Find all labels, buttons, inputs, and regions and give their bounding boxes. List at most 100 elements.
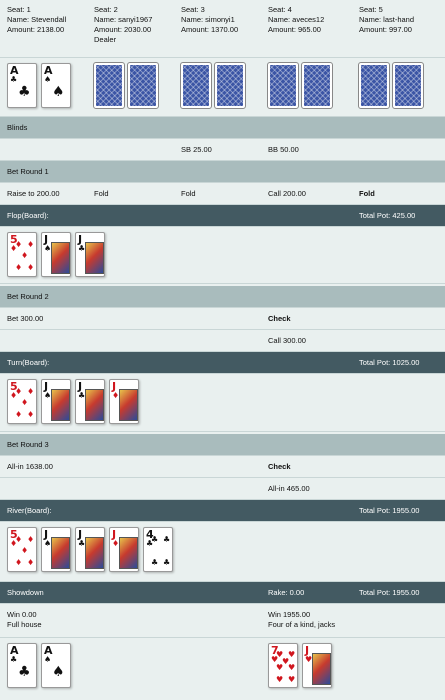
bet-round-3-row-2: All-in 465.00 — [0, 478, 445, 500]
board-cards: 5 ♦ ♦ ♦ ♦ ♦ ♦ J ♠ J ♣ J ♦ 4 ♣ ♣ ♣ ♣ ♣ — [7, 527, 173, 572]
card-back — [392, 62, 424, 109]
seat-4-action: Call 200.00 — [268, 189, 306, 198]
seat-1-hole-cards: A ♣ ♣ A ♠ ♠ — [7, 63, 71, 108]
playing-card: 7 ♥ ♥ ♥ ♥ ♥ ♥ ♥ ♥ — [268, 643, 298, 688]
diamond-icon: ♦ — [21, 398, 29, 407]
player-name: Name: Stevendall — [7, 15, 67, 24]
card-back — [127, 62, 159, 109]
win-amount: Win 0.00 — [7, 610, 37, 619]
playing-card: A ♠ ♠ — [41, 643, 71, 688]
bet-round-1-actions: Raise to 200.00 Fold Fold Call 200.00 Fo… — [0, 183, 445, 205]
diamond-icon: ♦ — [15, 263, 23, 272]
card-back — [93, 62, 125, 109]
player-amount: Amount: 2138.00 — [7, 25, 65, 34]
heart-icon: ♥ — [276, 675, 284, 684]
seat-number: Seat: 4 — [268, 5, 292, 14]
section-title: Flop(Board): — [7, 211, 49, 220]
seat-2-hidden-cards — [93, 62, 159, 109]
section-title: Turn(Board): — [7, 358, 50, 367]
heart-icon: ♥ — [276, 663, 284, 672]
club-icon: ♣ — [10, 75, 18, 84]
playing-card: J ♦ — [109, 527, 139, 572]
bet-round-2-row-2: Call 300.00 — [0, 330, 445, 352]
seat-5-hidden-cards — [358, 62, 424, 109]
rake: Rake: 0.00 — [268, 588, 305, 597]
turn-header: Turn(Board): Total Pot: 1025.00 — [0, 352, 445, 374]
seat-1-info: Seat: 1 Name: Stevendall Amount: 2138.00 — [7, 0, 66, 35]
playing-card: J ♣ — [75, 232, 105, 277]
card-back — [214, 62, 246, 109]
playing-card: A ♠ ♠ — [41, 63, 71, 108]
seat-2-action: Fold — [94, 189, 109, 198]
bet-round-3-header: Bet Round 3 — [0, 434, 445, 456]
card-back — [267, 62, 299, 109]
face-card-art — [51, 389, 70, 421]
showdown-results: Win 0.00 Full house Win 1955.00 Four of … — [0, 604, 445, 638]
club-icon: ♣ — [163, 558, 171, 567]
river-board: 5 ♦ ♦ ♦ ♦ ♦ ♦ J ♠ J ♣ J ♦ 4 ♣ ♣ ♣ ♣ ♣ — [0, 522, 445, 582]
hand-rank: Four of a kind, jacks — [268, 620, 336, 629]
seat-5-action: Fold — [359, 189, 375, 198]
total-pot: Total Pot: 1955.00 — [359, 506, 420, 515]
section-title: River(Board): — [7, 506, 52, 515]
hand-history: Seat: 1 Name: Stevendall Amount: 2138.00… — [0, 0, 445, 700]
club-icon: ♣ — [10, 655, 18, 664]
section-title: Showdown — [7, 588, 44, 597]
section-title: Bet Round 1 — [7, 167, 49, 176]
playing-card: J ♣ — [75, 527, 105, 572]
heart-icon: ♥ — [288, 663, 296, 672]
face-card-art — [119, 389, 138, 421]
total-pot: Total Pot: 1955.00 — [359, 588, 420, 597]
flop-header: Flop(Board): Total Pot: 425.00 — [0, 205, 445, 227]
playing-card: A ♣ ♣ — [7, 63, 37, 108]
seat-4-result: Win 1955.00 Four of a kind, jacks — [268, 604, 335, 630]
spade-icon: ♠ — [44, 75, 52, 84]
seat-4-action: All-in 465.00 — [268, 484, 310, 493]
bet-round-3-row-1: All-in 1638.00 Check — [0, 456, 445, 478]
dealer-label: Dealer — [94, 35, 117, 44]
face-card-art — [312, 653, 331, 685]
club-icon: ♣ — [18, 664, 31, 680]
seat-2-info: Seat: 2 Name: sanyi1967 Amount: 2030.00 … — [94, 0, 152, 45]
face-card-art — [85, 242, 104, 274]
seat-1-action: Raise to 200.00 — [7, 189, 60, 198]
diamond-icon: ♦ — [27, 410, 35, 419]
showdown-cards: A ♣ ♣ A ♠ ♠ 7 ♥ ♥ ♥ ♥ ♥ ♥ ♥ ♥ J ♥ — [0, 638, 445, 700]
face-card-art — [51, 242, 70, 274]
total-pot: Total Pot: 1025.00 — [359, 358, 420, 367]
big-blind: BB 50.00 — [268, 145, 299, 154]
board-cards: 5 ♦ ♦ ♦ ♦ ♦ ♦ J ♠ J ♣ — [7, 232, 105, 277]
player-amount: Amount: 2030.00 — [94, 25, 152, 34]
player-name: Name: sanyi1967 — [94, 15, 153, 24]
seat-number: Seat: 5 — [359, 5, 383, 14]
win-amount: Win 1955.00 — [268, 610, 311, 619]
seat-4-shown-cards: 7 ♥ ♥ ♥ ♥ ♥ ♥ ♥ ♥ J ♥ — [268, 643, 332, 688]
section-title: Bet Round 2 — [7, 292, 49, 301]
seat-4-hidden-cards — [267, 62, 333, 109]
player-amount: Amount: 997.00 — [359, 25, 412, 34]
face-card-art — [119, 537, 138, 569]
seat-3-info: Seat: 3 Name: simonyi1 Amount: 1370.00 — [181, 0, 238, 35]
small-blind: SB 25.00 — [181, 145, 212, 154]
blinds-header: Blinds — [0, 117, 445, 139]
club-icon: ♣ — [163, 535, 171, 544]
seats-header: Seat: 1 Name: Stevendall Amount: 2138.00… — [0, 0, 445, 58]
playing-card: 5 ♦ ♦ ♦ ♦ ♦ ♦ — [7, 379, 37, 424]
player-amount: Amount: 1370.00 — [181, 25, 239, 34]
section-title: Bet Round 3 — [7, 440, 49, 449]
diamond-icon: ♦ — [15, 558, 23, 567]
river-header: River(Board): Total Pot: 1955.00 — [0, 500, 445, 522]
seat-5-info: Seat: 5 Name: last-hand Amount: 997.00 — [359, 0, 414, 35]
seat-3-hidden-cards — [180, 62, 246, 109]
flop-board: 5 ♦ ♦ ♦ ♦ ♦ ♦ J ♠ J ♣ — [0, 227, 445, 284]
spade-icon: ♠ — [44, 655, 52, 664]
diamond-icon: ♦ — [21, 251, 29, 260]
face-card-art — [85, 389, 104, 421]
playing-card: J ♦ — [109, 379, 139, 424]
playing-card: J ♠ — [41, 527, 71, 572]
bet-round-2-row-1: Bet 300.00 Check — [0, 308, 445, 330]
seat-4-action: Check — [268, 314, 291, 323]
showdown-header: Showdown Rake: 0.00 Total Pot: 1955.00 — [0, 582, 445, 604]
seat-number: Seat: 3 — [181, 5, 205, 14]
playing-card: J ♠ — [41, 379, 71, 424]
